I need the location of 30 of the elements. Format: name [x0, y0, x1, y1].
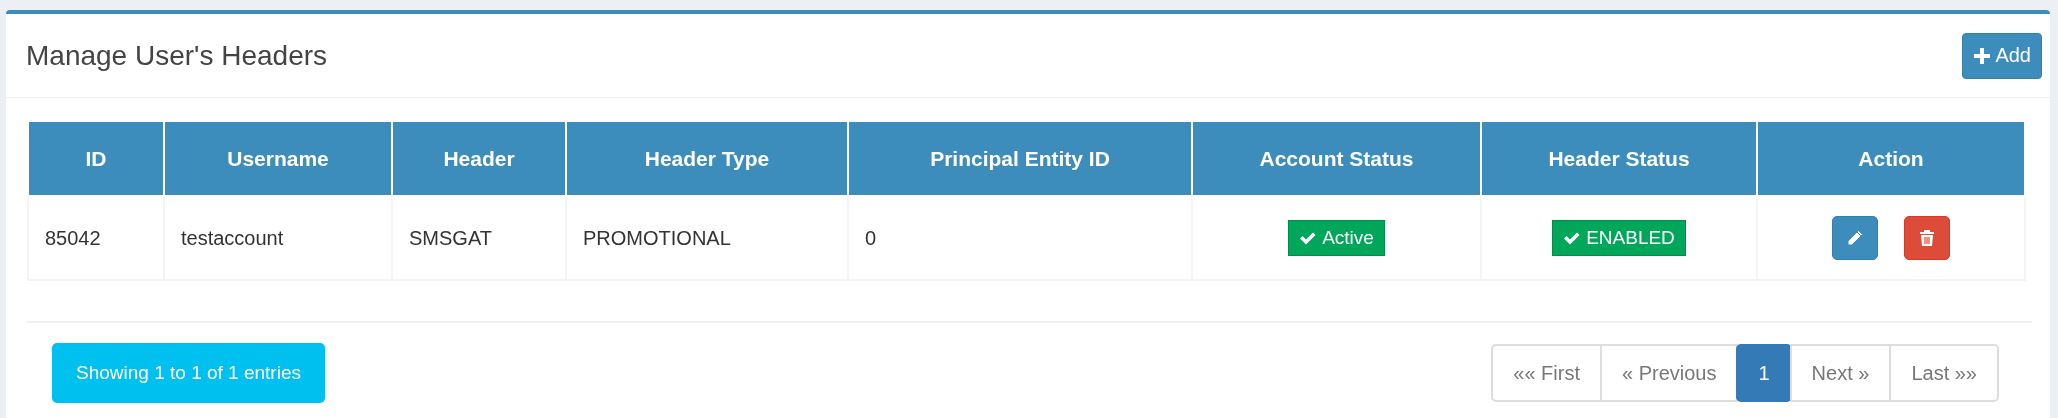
- panel-title: Manage User's Headers: [26, 39, 328, 72]
- table-cell: testaccount: [164, 196, 392, 280]
- column-header[interactable]: ID: [28, 122, 164, 196]
- table-cell: PROMOTIONAL: [566, 196, 848, 280]
- column-header[interactable]: Header: [392, 122, 566, 196]
- trash-icon: [1919, 229, 1935, 247]
- entries-info: Showing 1 to 1 of 1 entries: [52, 343, 325, 403]
- plus-icon: [1973, 46, 1992, 65]
- column-header[interactable]: Header Status: [1481, 122, 1757, 196]
- status-label: ENABLED: [1586, 227, 1675, 249]
- page-link[interactable]: Next »: [1789, 344, 1892, 402]
- check-icon: [1563, 231, 1581, 245]
- add-button[interactable]: Add: [1962, 32, 2042, 79]
- status-label: Active: [1322, 227, 1374, 249]
- check-icon: [1299, 231, 1317, 245]
- table-cell: SMSGAT: [392, 196, 566, 280]
- column-header[interactable]: Principal Entity ID: [848, 122, 1192, 196]
- page-link[interactable]: « Previous: [1599, 344, 1739, 402]
- column-header[interactable]: Username: [164, 122, 392, 196]
- page-link[interactable]: Last »»: [1889, 344, 1999, 402]
- column-header[interactable]: Header Type: [566, 122, 848, 196]
- column-header[interactable]: Account Status: [1192, 122, 1481, 196]
- table-cell: 85042: [28, 196, 164, 280]
- page-link[interactable]: «« First: [1491, 344, 1602, 402]
- column-header[interactable]: Action: [1757, 122, 2025, 196]
- edit-button[interactable]: [1832, 216, 1878, 260]
- table-cell: 0: [848, 196, 1192, 280]
- delete-button[interactable]: [1904, 216, 1950, 260]
- pencil-icon: [1846, 229, 1864, 247]
- page-link[interactable]: 1: [1736, 344, 1792, 402]
